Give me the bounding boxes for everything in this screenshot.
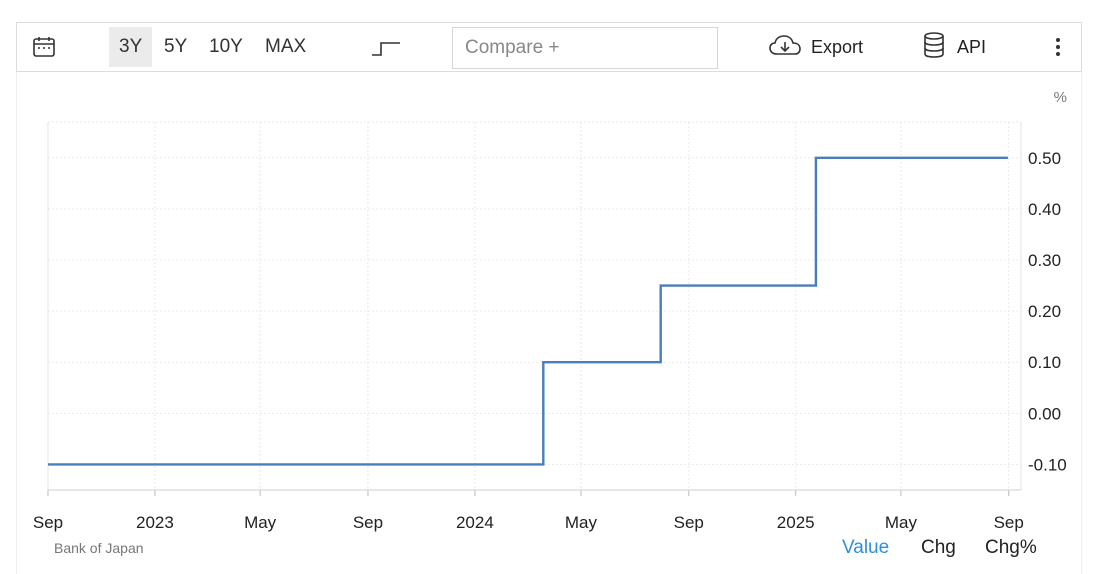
calendar-icon[interactable] <box>31 23 57 71</box>
y-tick-label: 0.30 <box>1028 251 1061 270</box>
database-icon <box>923 31 945 63</box>
more-vertical-icon[interactable] <box>1049 23 1067 71</box>
tab-chg[interactable]: Chg <box>921 537 956 559</box>
x-tick-label: 2025 <box>777 513 815 532</box>
export-label: Export <box>811 36 864 57</box>
rate-chart: 0.50 0.40 0.30 0.20 0.10 0.00 -0.10% Sep 2023 May… <box>33 89 1067 532</box>
x-tick-label: Sep <box>33 513 63 532</box>
range-10y-button[interactable]: 10Y <box>199 27 253 67</box>
y-tick-label: 0.10 <box>1028 353 1061 372</box>
source-label: Bank of Japan <box>54 540 144 556</box>
y-tick-label: -0.10 <box>1028 455 1067 474</box>
range-3y-button[interactable]: 3Y <box>109 27 153 67</box>
y-tick-label: 0.40 <box>1028 200 1061 219</box>
y-tick-label: 0.50 <box>1028 149 1061 168</box>
compare-input[interactable]: Compare + <box>452 27 718 69</box>
range-5y-button[interactable]: 5Y <box>154 27 197 67</box>
api-button[interactable]: API <box>923 23 986 71</box>
step-line-icon[interactable] <box>369 23 403 71</box>
x-tick-label: May <box>244 513 277 532</box>
x-tick-label: Sep <box>994 513 1024 532</box>
x-tick-label: May <box>565 513 598 532</box>
x-tick-label: Sep <box>353 513 383 532</box>
series-line <box>48 156 1008 466</box>
export-button[interactable]: Export <box>769 23 863 71</box>
x-tick-label: Sep <box>674 513 704 532</box>
range-max-button[interactable]: MAX <box>255 27 316 67</box>
chart-toolbar: 3Y 5Y 10Y MAX Compare + Export API <box>16 22 1082 72</box>
y-tick-label: 0.00 <box>1028 404 1061 423</box>
cloud-download-icon <box>769 34 801 61</box>
x-tick-label: 2023 <box>136 513 174 532</box>
api-label: API <box>957 36 987 57</box>
tab-chg-pct[interactable]: Chg% <box>985 537 1037 559</box>
unit-label: % <box>1054 89 1067 106</box>
tab-value[interactable]: Value <box>842 537 889 559</box>
chart-panel: 0.50 0.40 0.30 0.20 0.10 0.00 -0.10% Sep 2023 May… <box>16 72 1082 574</box>
x-tick-label: May <box>885 513 918 532</box>
x-tick-label: 2024 <box>456 513 494 532</box>
y-tick-label: 0.20 <box>1028 302 1061 321</box>
